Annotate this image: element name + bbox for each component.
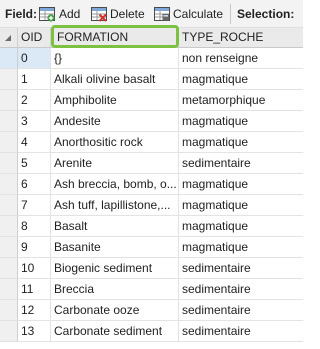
- table-row[interactable]: 7 Ash tuff, lapillistone,... magmatique: [0, 195, 303, 216]
- delete-field-button[interactable]: Delete: [91, 0, 147, 28]
- row-selector[interactable]: [0, 69, 18, 90]
- row-selector[interactable]: [0, 153, 18, 174]
- formation-cell[interactable]: Breccia: [51, 279, 179, 300]
- type-roche-cell[interactable]: non renseigne: [179, 48, 303, 69]
- formation-cell[interactable]: Anorthositic rock: [51, 132, 179, 153]
- type-roche-cell[interactable]: magmatique: [179, 237, 303, 258]
- oid-cell[interactable]: 3: [18, 111, 51, 132]
- oid-cell[interactable]: 12: [18, 300, 51, 321]
- formation-cell[interactable]: Basanite: [51, 237, 179, 258]
- oid-cell[interactable]: 1: [18, 69, 51, 90]
- row-selector[interactable]: [0, 300, 18, 321]
- oid-cell[interactable]: 6: [18, 174, 51, 195]
- type-roche-cell[interactable]: magmatique: [179, 216, 303, 237]
- row-selector[interactable]: [0, 321, 18, 342]
- table-row[interactable]: 9 Basanite magmatique: [0, 237, 303, 258]
- type-roche-cell[interactable]: sedimentaire: [179, 321, 303, 342]
- delete-field-label: Delete: [110, 7, 145, 21]
- type-roche-cell[interactable]: magmatique: [179, 132, 303, 153]
- row-selector[interactable]: [0, 48, 18, 69]
- delete-field-icon: [91, 7, 107, 22]
- oid-cell[interactable]: 13: [18, 321, 51, 342]
- formation-cell[interactable]: Andesite: [51, 111, 179, 132]
- calculate-field-button[interactable]: Calculate: [154, 0, 224, 28]
- oid-cell[interactable]: 10: [18, 258, 51, 279]
- table-row[interactable]: 4 Anorthositic rock magmatique: [0, 132, 303, 153]
- oid-cell[interactable]: 11: [18, 279, 51, 300]
- add-field-label: Add: [59, 7, 81, 21]
- type-roche-cell[interactable]: sedimentaire: [179, 258, 303, 279]
- table-row[interactable]: 3 Andesite magmatique: [0, 111, 303, 132]
- row-selector[interactable]: [0, 216, 18, 237]
- oid-cell[interactable]: 5: [18, 153, 51, 174]
- formation-cell[interactable]: Carbonate ooze: [51, 300, 179, 321]
- formation-cell[interactable]: Amphibolite: [51, 90, 179, 111]
- row-selector[interactable]: [0, 90, 18, 111]
- type-roche-cell[interactable]: sedimentaire: [179, 153, 303, 174]
- row-selector[interactable]: [0, 174, 18, 195]
- formation-cell[interactable]: Biogenic sediment: [51, 258, 179, 279]
- row-selector[interactable]: [0, 132, 18, 153]
- table-row[interactable]: 5 Arenite sedimentaire: [0, 153, 303, 174]
- type-roche-cell[interactable]: magmatique: [179, 69, 303, 90]
- oid-cell[interactable]: 8: [18, 216, 51, 237]
- row-selector[interactable]: [0, 111, 18, 132]
- calculate-field-label: Calculate: [173, 7, 224, 21]
- calculate-field-icon: [154, 7, 170, 21]
- formation-cell[interactable]: Ash breccia, bomb, o...: [51, 174, 179, 195]
- column-header-oid[interactable]: OID: [18, 28, 51, 48]
- table-header: OID FORMATION TYPE_ROCHE: [0, 25, 303, 48]
- formation-cell[interactable]: Arenite: [51, 153, 179, 174]
- table-row[interactable]: 12 Carbonate ooze sedimentaire: [0, 300, 303, 321]
- oid-cell[interactable]: 2: [18, 90, 51, 111]
- select-all-corner[interactable]: [0, 28, 18, 48]
- type-roche-cell[interactable]: magmatique: [179, 174, 303, 195]
- table-row[interactable]: 0{} non renseigne: [0, 48, 303, 69]
- row-selector[interactable]: [0, 258, 18, 279]
- formation-cell[interactable]: Carbonate sediment: [51, 321, 179, 342]
- selection-label: Selection:: [237, 7, 295, 21]
- formation-cell[interactable]: Ash tuff, lapillistone,...: [51, 195, 179, 216]
- oid-cell[interactable]: 0: [18, 48, 51, 69]
- formation-cell[interactable]: Alkali olivine basalt: [51, 69, 179, 90]
- type-roche-cell[interactable]: sedimentaire: [179, 279, 303, 300]
- table-row[interactable]: 2 Amphibolite metamorphique: [0, 90, 303, 111]
- formation-cell[interactable]: {}: [51, 48, 179, 69]
- type-roche-cell[interactable]: metamorphique: [179, 90, 303, 111]
- oid-cell[interactable]: 4: [18, 132, 51, 153]
- type-roche-cell[interactable]: sedimentaire: [179, 300, 303, 321]
- add-field-button[interactable]: Add: [39, 0, 83, 28]
- column-header-formation[interactable]: FORMATION: [51, 28, 179, 48]
- type-roche-cell[interactable]: magmatique: [179, 111, 303, 132]
- type-roche-cell[interactable]: magmatique: [179, 195, 303, 216]
- formation-cell[interactable]: Basalt: [51, 216, 179, 237]
- oid-cell[interactable]: 7: [18, 195, 51, 216]
- table-row[interactable]: 13 Carbonate sediment sedimentaire: [0, 321, 303, 342]
- table-row[interactable]: 10 Biogenic sediment sedimentaire: [0, 258, 303, 279]
- table-row[interactable]: 11 Breccia sedimentaire: [0, 279, 303, 300]
- row-selector[interactable]: [0, 279, 18, 300]
- fields-toolbar: Field: Add Delete Calculate Selection:: [0, 0, 303, 28]
- select-all-icon: [5, 35, 11, 41]
- column-header-type-roche[interactable]: TYPE_ROCHE: [179, 28, 303, 48]
- add-field-icon: [39, 7, 55, 22]
- row-selector[interactable]: [0, 237, 18, 258]
- toolbar-separator: [230, 4, 231, 24]
- table-row[interactable]: 1 Alkali olivine basalt magmatique: [0, 69, 303, 90]
- table-row[interactable]: 6 Ash breccia, bomb, o... magmatique: [0, 174, 303, 195]
- row-selector[interactable]: [0, 195, 18, 216]
- table-row[interactable]: 8 Basalt magmatique: [0, 216, 303, 237]
- oid-cell[interactable]: 9: [18, 237, 51, 258]
- field-label: Field:: [5, 7, 37, 21]
